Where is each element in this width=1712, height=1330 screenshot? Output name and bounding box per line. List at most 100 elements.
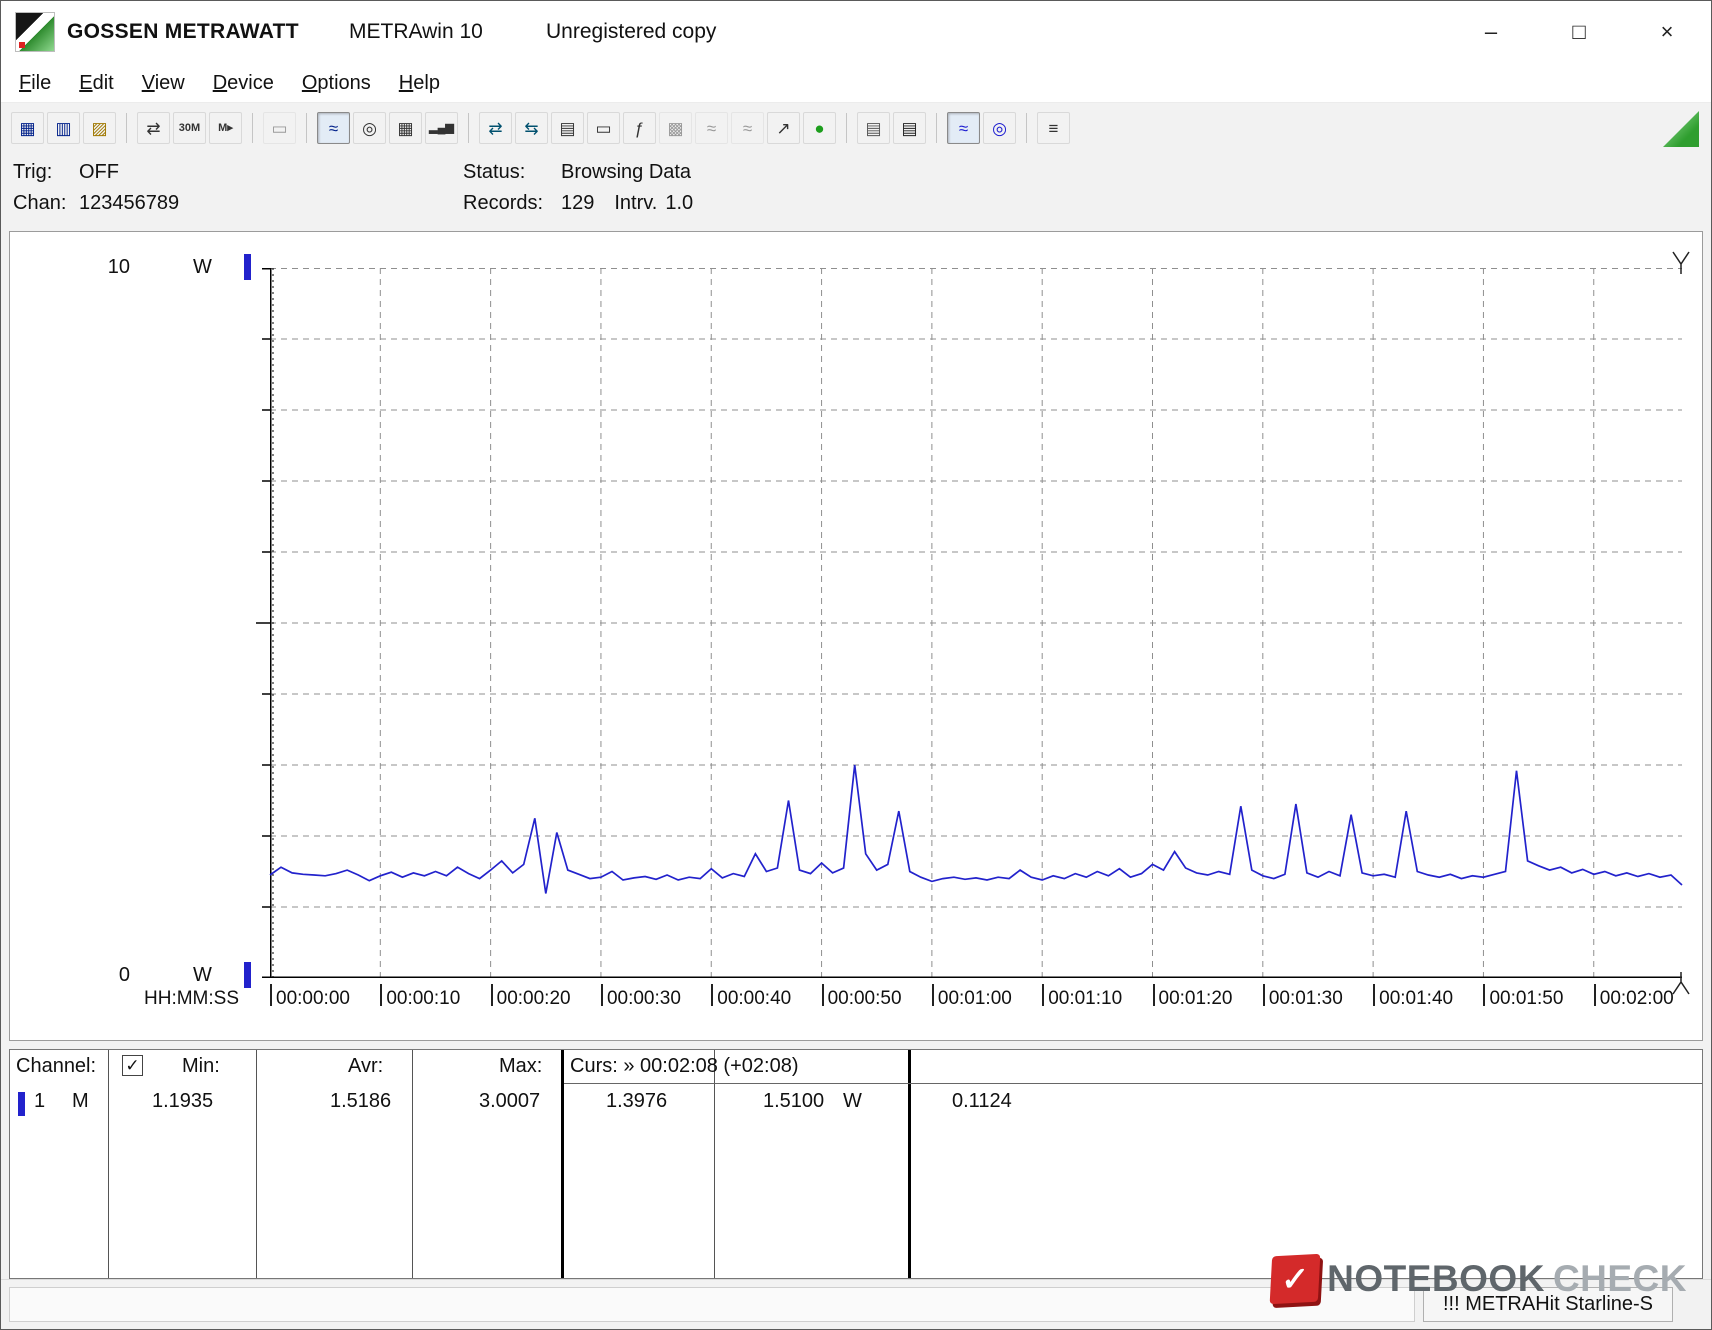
minimize-button[interactable]: –	[1447, 1, 1535, 63]
measurement-table: Channel: ✓ Min: Avr: Max: Curs: » 00:02:…	[9, 1049, 1703, 1279]
interval-timer-button[interactable]: ●	[803, 112, 836, 144]
device-memory-button[interactable]: M▸	[209, 112, 242, 144]
toolbar-separator	[126, 113, 127, 143]
check-glyph: ✓	[1281, 1259, 1310, 1298]
x-tick	[711, 984, 713, 1006]
toolbar-separator	[1026, 113, 1027, 143]
y-axis-max-label: 10	[90, 256, 130, 279]
signal-trace	[270, 765, 1682, 894]
window-license-notice: Unregistered copy	[546, 1, 716, 63]
waveform-b-icon: ≈	[743, 120, 752, 137]
chan-value: 123456789	[79, 192, 179, 214]
x-tick-label: 00:01:20	[1159, 988, 1233, 1010]
records-value: 129	[561, 192, 594, 214]
monitor-icon: ▭	[595, 120, 611, 137]
view-bar-chart-button[interactable]: ▂▄▆	[425, 112, 458, 144]
x-tick-label: 00:01:00	[938, 988, 1012, 1010]
close-button[interactable]: ×	[1623, 1, 1711, 63]
calculator-icon: ▩	[667, 120, 683, 137]
channel-number: 1	[34, 1090, 45, 1113]
keyboard-icon: ▭	[271, 120, 287, 137]
menu-item-options[interactable]: Options	[288, 63, 385, 102]
zoom-signal-button[interactable]: ≈	[947, 112, 980, 144]
cursor-handle-top[interactable]	[1673, 252, 1689, 274]
print-button[interactable]: ▤	[893, 112, 926, 144]
window-controls: – □ ×	[1447, 1, 1711, 63]
table-divider	[412, 1050, 413, 1278]
menu-bar: FileEditViewDeviceOptionsHelp	[1, 63, 1711, 103]
channel-visible-checkbox[interactable]: ✓	[122, 1055, 143, 1076]
menu-item-file[interactable]: File	[5, 63, 65, 102]
save-icon: ▦	[19, 120, 35, 137]
print-preview-button[interactable]: ▤	[857, 112, 890, 144]
window-brand: GOSSEN METRAWATT	[67, 1, 299, 63]
table-divider	[256, 1050, 257, 1278]
x-tick-label: 00:00:40	[717, 988, 791, 1010]
acquisition-status-info: Status:Browsing Data Records:129Intrv.1.…	[463, 157, 693, 219]
trig-value: OFF	[79, 161, 119, 183]
x-axis: HH:MM:SS 00:00:0000:00:1000:00:2000:00:3…	[10, 978, 1702, 1038]
column-header-avr: Avr:	[348, 1055, 383, 1078]
x-tick	[1594, 984, 1596, 1006]
open-file-button[interactable]: ▨	[83, 112, 116, 144]
export-data-button[interactable]: ⇆	[515, 112, 548, 144]
schedule-button[interactable]: ▤	[551, 112, 584, 144]
view-xy-button[interactable]: ◎	[353, 112, 386, 144]
chan-label: Chan:	[13, 188, 79, 219]
toolbar-separator	[306, 113, 307, 143]
memory-30m-button[interactable]: 30M	[173, 112, 206, 144]
x-tick	[270, 984, 272, 1006]
x-tick	[1263, 984, 1265, 1006]
formula-button[interactable]: ƒ	[623, 112, 656, 144]
maximize-button[interactable]: □	[1535, 1, 1623, 63]
table-divider	[561, 1050, 564, 1278]
zoom-cursor-icon: ◎	[992, 120, 1007, 137]
import-data-button[interactable]: ⇄	[479, 112, 512, 144]
toolbar-separator	[468, 113, 469, 143]
x-tick-label: 00:00:00	[276, 988, 350, 1010]
read-device-button[interactable]: ⇄	[137, 112, 170, 144]
view-line-chart-button[interactable]: ≈	[317, 112, 350, 144]
y-axis-marker-top[interactable]	[244, 254, 251, 280]
annotation-icon: ≡	[1049, 120, 1059, 137]
channel-color-marker	[18, 1092, 25, 1116]
column-header-cursor: Curs: » 00:02:08 (+02:08)	[570, 1055, 798, 1078]
keyboard-button: ▭	[263, 112, 296, 144]
x-tick-label: 00:00:30	[607, 988, 681, 1010]
print-preview-icon: ▤	[865, 120, 881, 137]
cursor-header-underline	[564, 1083, 1702, 1084]
x-axis-label: HH:MM:SS	[144, 988, 239, 1010]
menu-item-view[interactable]: View	[128, 63, 199, 102]
x-tick-label: 00:01:30	[1269, 988, 1343, 1010]
watermark-text-check: CHECK	[1553, 1258, 1687, 1300]
menu-item-device[interactable]: Device	[199, 63, 288, 102]
y-axis-max-unit: W	[193, 256, 212, 279]
view-bar-chart-icon: ▂▄▆	[429, 123, 454, 134]
x-tick-label: 00:00:50	[828, 988, 902, 1010]
annotation-button[interactable]: ≡	[1037, 112, 1070, 144]
x-tick-label: 00:00:20	[497, 988, 571, 1010]
min-value: 1.1935	[152, 1090, 213, 1113]
save-as-button[interactable]: ▥	[47, 112, 80, 144]
x-tick	[932, 984, 934, 1006]
export-curve-button[interactable]: ↗	[767, 112, 800, 144]
interval-label: Intrv.	[614, 192, 657, 214]
zoom-cursor-button[interactable]: ◎	[983, 112, 1016, 144]
view-table-button[interactable]: ▦	[389, 112, 422, 144]
x-tick-label: 00:01:50	[1489, 988, 1563, 1010]
view-line-chart-icon: ≈	[329, 120, 338, 137]
watermark-text-notebook: NOTEBOOK	[1327, 1258, 1545, 1300]
toolbar-separator	[936, 113, 937, 143]
trigger-channel-info: Trig:OFF Chan:123456789	[13, 157, 179, 219]
status-bar-field	[9, 1287, 1415, 1322]
menu-item-edit[interactable]: Edit	[65, 63, 127, 102]
trig-label: Trig:	[13, 157, 79, 188]
print-icon: ▤	[901, 120, 917, 137]
plot-area[interactable]	[270, 268, 1682, 978]
monitor-button[interactable]: ▭	[587, 112, 620, 144]
menu-item-help[interactable]: Help	[385, 63, 454, 102]
x-tick-label: 00:01:10	[1048, 988, 1122, 1010]
save-button[interactable]: ▦	[11, 112, 44, 144]
cursor-b-value: 1.5100	[763, 1090, 824, 1113]
waveform-a-icon: ≈	[707, 120, 716, 137]
